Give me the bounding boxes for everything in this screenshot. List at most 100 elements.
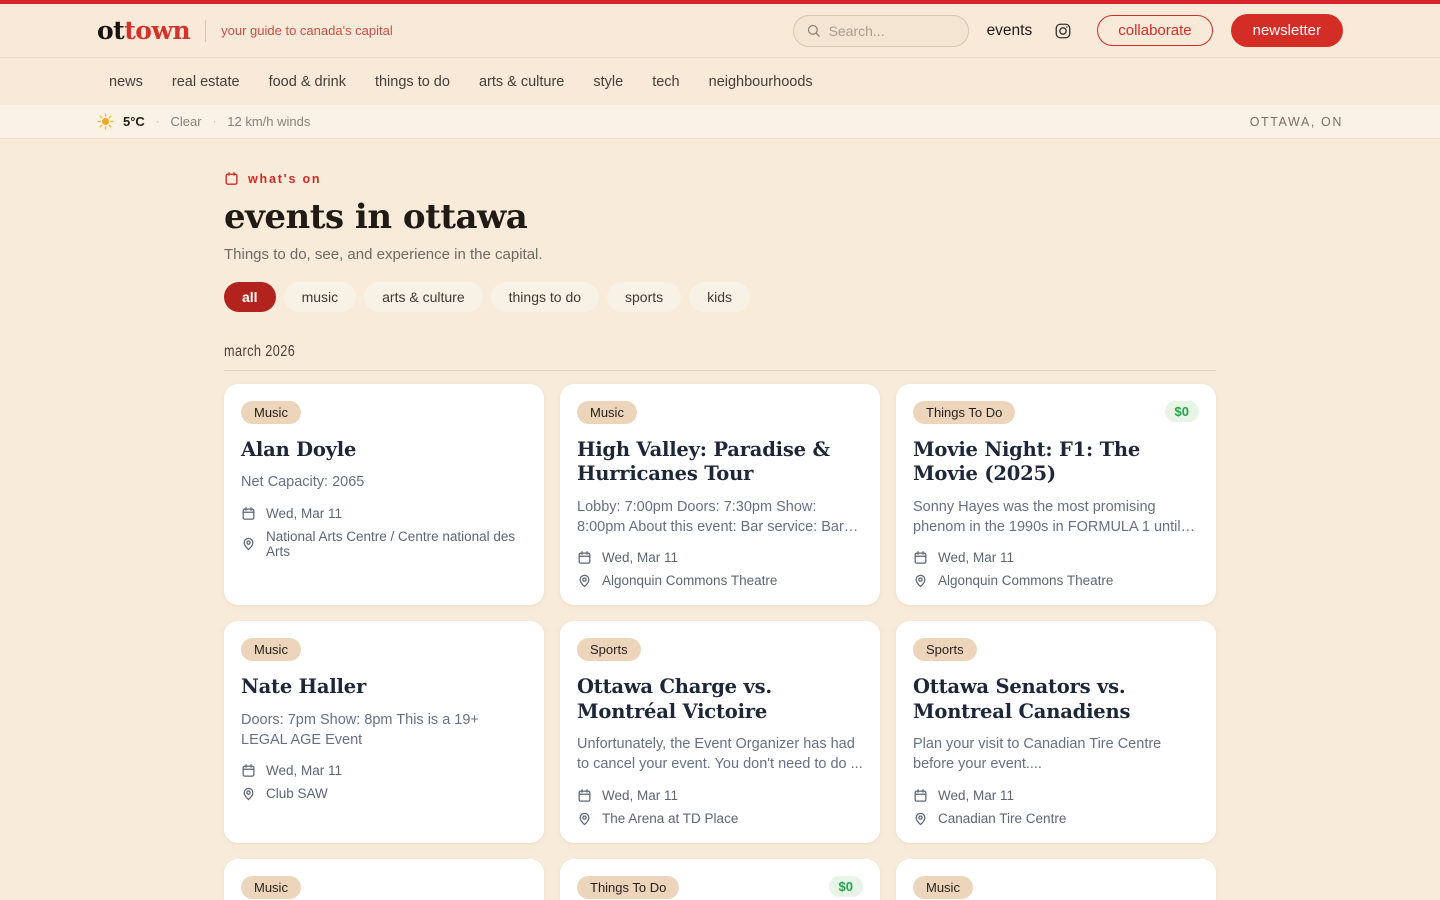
price-badge: $0: [829, 876, 863, 897]
event-venue: Canadian Tire Centre: [938, 811, 1066, 826]
event-date-row: Wed, Mar 11: [913, 550, 1199, 565]
nav-item-real-estate[interactable]: real estate: [172, 74, 240, 90]
event-card[interactable]: Music Nate Haller Doors: 7pm Show: 8pm T…: [224, 621, 544, 842]
calendar-icon: [224, 171, 239, 186]
location-icon: [577, 573, 592, 588]
event-card[interactable]: Music Alan Doyle Net Capacity: 2065 Wed,…: [224, 384, 544, 605]
instagram-icon[interactable]: [1054, 22, 1072, 40]
weather-separator: ·: [213, 116, 217, 128]
nav-item-neighbourhoods[interactable]: neighbourhoods: [709, 74, 813, 90]
event-venue-row: Canadian Tire Centre: [913, 811, 1199, 826]
filter-pill-things-to-do[interactable]: things to do: [491, 282, 599, 312]
events-link[interactable]: events: [987, 22, 1033, 40]
filter-pills: all musicarts & culture things to do sports…: [224, 282, 1216, 312]
event-card[interactable]: Things To Do $0 Movie Night: F1: The Mov…: [896, 384, 1216, 605]
event-card[interactable]: Music High Valley: Paradise & Hurricanes…: [560, 384, 880, 605]
event-venue-row: The Arena at TD Place: [577, 811, 863, 826]
card-top-row: Music: [577, 401, 863, 424]
logo-suffix: town: [124, 16, 190, 45]
event-description: Doors: 7pm Show: 8pm This is a 19+ LEGAL…: [241, 710, 527, 751]
events-grid: Music Alan Doyle Net Capacity: 2065 Wed,…: [224, 384, 1216, 900]
nav-item-arts-culture[interactable]: arts & culture: [479, 74, 564, 90]
newsletter-button[interactable]: newsletter: [1231, 14, 1343, 47]
event-venue-row: Algonquin Commons Theatre: [577, 573, 863, 588]
event-title[interactable]: Nate Haller: [241, 675, 527, 699]
event-date: Wed, Mar 11: [938, 550, 1014, 565]
weather-wind: 12 km/h winds: [227, 114, 310, 129]
event-date-row: Wed, Mar 11: [577, 788, 863, 803]
filter-pill-sports[interactable]: sports: [607, 282, 681, 312]
weather-location: OTTAWA, ON: [1250, 115, 1343, 129]
card-top-row: Things To Do $0: [577, 876, 863, 899]
main-content: what's on events in ottawa Things to do,…: [0, 139, 1440, 900]
category-tag: Music: [913, 876, 973, 899]
filter-pill-all[interactable]: all: [224, 282, 276, 312]
event-meta: Wed, Mar 11 Canadian Tire Centre: [913, 788, 1199, 826]
category-tag: Sports: [913, 638, 977, 661]
nav-item-style[interactable]: style: [593, 74, 623, 90]
card-top-row: Sports: [913, 638, 1199, 661]
filter-pill-kids[interactable]: kids: [689, 282, 750, 312]
card-top-row: Music: [241, 876, 527, 899]
event-venue: National Arts Centre / Centre national d…: [266, 529, 527, 559]
card-top-row: Music: [913, 876, 1199, 899]
search-icon: [806, 23, 821, 38]
event-card[interactable]: Music Jay Electronica: [224, 859, 544, 900]
header-top-row: ottown your guide to canada's capital ev…: [0, 4, 1440, 58]
card-top-row: Music: [241, 401, 527, 424]
page-subtitle: Things to do, see, and experience in the…: [224, 246, 1216, 263]
event-meta: Wed, Mar 11 Algonquin Commons Theatre: [577, 550, 863, 588]
collaborate-button[interactable]: collaborate: [1097, 15, 1212, 46]
event-date: Wed, Mar 11: [266, 763, 342, 778]
event-title[interactable]: Movie Night: F1: The Movie (2025): [913, 438, 1199, 487]
event-description: Lobby: 7:00pm Doors: 7:30pm Show: 8:00pm…: [577, 497, 863, 538]
search-input[interactable]: [829, 23, 956, 39]
event-title[interactable]: Alan Doyle: [241, 438, 527, 462]
location-icon: [913, 811, 928, 826]
event-card[interactable]: Music Raygun: Retro Night: [896, 859, 1216, 900]
location-icon: [577, 811, 592, 826]
event-venue: Club SAW: [266, 786, 328, 801]
event-date: Wed, Mar 11: [938, 788, 1014, 803]
calendar-icon: [241, 506, 256, 521]
card-top-row: Music: [241, 638, 527, 661]
event-title[interactable]: Ottawa Charge vs. Montréal Victoire: [577, 675, 863, 724]
month-heading: march 2026: [224, 343, 295, 361]
sun-icon: [97, 113, 114, 130]
search-bar[interactable]: [793, 15, 969, 47]
category-tag: Sports: [577, 638, 641, 661]
event-title[interactable]: Ottawa Senators vs. Montreal Canadiens: [913, 675, 1199, 724]
calendar-icon: [241, 763, 256, 778]
event-venue: The Arena at TD Place: [602, 811, 738, 826]
nav-item-news[interactable]: news: [109, 74, 143, 90]
filter-pill-music[interactable]: music: [284, 282, 357, 312]
event-date-row: Wed, Mar 11: [577, 550, 863, 565]
event-title[interactable]: High Valley: Paradise & Hurricanes Tour: [577, 438, 863, 487]
filter-pill-arts-culture[interactable]: arts & culture: [364, 282, 482, 312]
event-meta: Wed, Mar 11 National Arts Centre / Centr…: [241, 506, 527, 559]
category-tag: Music: [577, 401, 637, 424]
nav-item-food-drink[interactable]: food & drink: [269, 74, 346, 90]
event-card[interactable]: Sports Ottawa Senators vs. Montreal Cana…: [896, 621, 1216, 842]
calendar-icon: [913, 788, 928, 803]
location-icon: [241, 536, 256, 551]
site-tagline: your guide to canada's capital: [221, 23, 393, 38]
event-date: Wed, Mar 11: [266, 506, 342, 521]
location-icon: [241, 786, 256, 801]
event-date-row: Wed, Mar 11: [241, 506, 527, 521]
event-card[interactable]: Things To Do $0 Dirty Bingo: March 2026: [560, 859, 880, 900]
month-divider: [224, 370, 1216, 371]
nav-item-things-to-do[interactable]: things to do: [375, 74, 450, 90]
calendar-icon: [577, 550, 592, 565]
category-tag: Music: [241, 876, 301, 899]
page-title: events in ottawa: [224, 197, 1216, 237]
logo-divider: [205, 20, 206, 42]
calendar-icon: [577, 788, 592, 803]
event-venue: Algonquin Commons Theatre: [938, 573, 1113, 588]
card-top-row: Things To Do $0: [913, 401, 1199, 424]
site-logo[interactable]: ottown: [97, 16, 190, 45]
event-card[interactable]: Sports Ottawa Charge vs. Montréal Victoi…: [560, 621, 880, 842]
event-venue-row: Club SAW: [241, 786, 527, 801]
eyebrow-label: what's on: [248, 172, 321, 186]
nav-item-tech[interactable]: tech: [652, 74, 679, 90]
